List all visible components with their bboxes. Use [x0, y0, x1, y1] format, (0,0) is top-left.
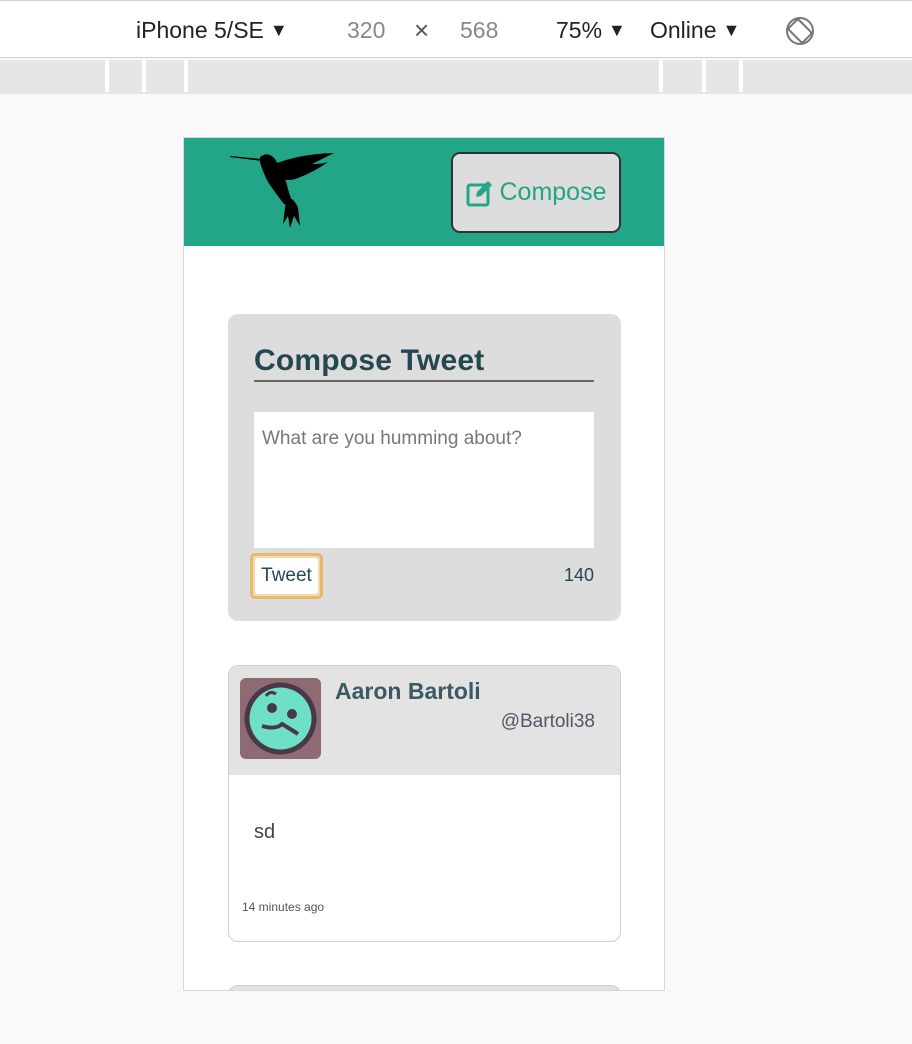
- tweet-timestamp: 14 minutes ago: [242, 900, 325, 914]
- tweet-card: [228, 985, 621, 990]
- viewport-width-input[interactable]: 320: [347, 15, 385, 45]
- times-icon: ×: [414, 15, 430, 45]
- compose-button[interactable]: Compose: [451, 152, 621, 233]
- rotate-icon[interactable]: [784, 15, 816, 47]
- tweet-card: Aaron Bartoli @Bartoli38 sd 14 minutes a…: [228, 665, 621, 942]
- viewport-height-input[interactable]: 568: [460, 15, 498, 45]
- device-viewport: Compose Compose Tweet Tweet 140 Aaron Ba…: [183, 137, 665, 991]
- tweet-author-handle: @Bartoli38: [500, 711, 595, 732]
- avatar-icon: [240, 678, 321, 759]
- compose-title: Compose Tweet: [254, 344, 594, 382]
- device-toolbar: iPhone 5/SE ▼ 320 × 568 75% ▼ Online ▼: [0, 0, 912, 58]
- tweet-content: sd: [254, 821, 276, 843]
- new-tweet-form: Compose Tweet Tweet 140: [228, 314, 621, 621]
- caret-down-icon: ▼: [608, 20, 626, 40]
- zoom-select[interactable]: 75% ▼: [556, 15, 626, 45]
- tweet-header: Aaron Bartoli @Bartoli38: [229, 666, 620, 775]
- network-select[interactable]: Online ▼: [650, 15, 740, 45]
- caret-down-icon: ▼: [269, 20, 288, 40]
- tweet-submit-label: Tweet: [255, 558, 318, 594]
- tweet-submit-button[interactable]: Tweet: [250, 553, 323, 599]
- tweet-textarea[interactable]: [254, 412, 594, 548]
- media-query-ruler[interactable]: [0, 60, 912, 94]
- app-nav: Compose: [184, 138, 664, 246]
- network-select-label: Online: [650, 17, 717, 43]
- device-select-label: iPhone 5/SE: [136, 17, 264, 43]
- caret-down-icon: ▼: [722, 20, 741, 40]
- char-counter: 140: [563, 565, 594, 585]
- device-select[interactable]: iPhone 5/SE ▼: [136, 15, 288, 45]
- edit-icon: [466, 180, 492, 206]
- zoom-select-label: 75%: [556, 17, 603, 43]
- compose-button-label: Compose: [499, 178, 607, 206]
- hummingbird-icon: [230, 153, 334, 228]
- tweet-author-name: Aaron Bartoli: [335, 678, 481, 704]
